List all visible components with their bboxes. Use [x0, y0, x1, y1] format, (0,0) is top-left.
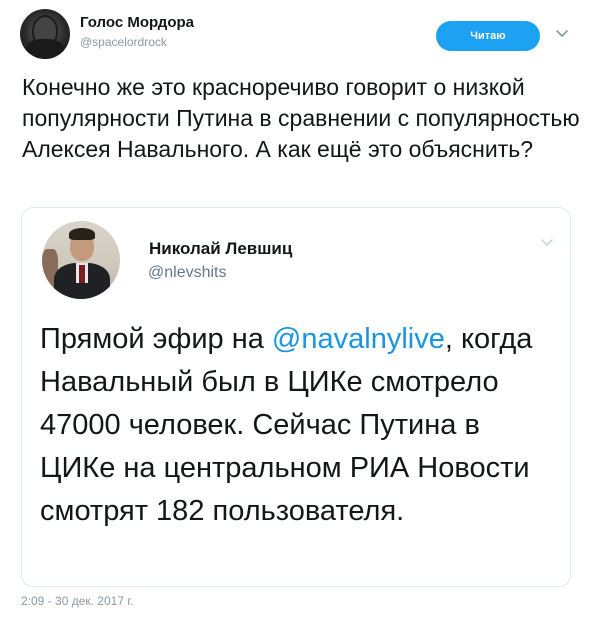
quoted-author-name[interactable]: Николай Левшиц [149, 239, 292, 259]
quoted-tweet-text: Прямой эфир на @navalnylive, когда Навал… [40, 318, 560, 533]
avatar-hair-shape [69, 228, 95, 240]
tweet-timestamp[interactable]: 2:09 - 30 дек. 2017 г. [21, 594, 134, 608]
quoted-text-part: Прямой эфир на [40, 323, 272, 355]
chevron-down-icon[interactable] [555, 26, 569, 40]
chevron-down-icon[interactable] [540, 235, 554, 249]
quoted-author-handle[interactable]: @nlevshits [148, 264, 227, 282]
tweet-text: Конечно же это красноречиво говорит о ни… [22, 74, 580, 162]
avatar-hood-shape [26, 39, 64, 59]
mention-link[interactable]: @navalnylive [272, 323, 445, 355]
author-handle[interactable]: @spacelordrock [80, 35, 167, 49]
author-name[interactable]: Голос Мордора [80, 14, 194, 31]
author-avatar[interactable] [20, 9, 70, 59]
follow-button[interactable]: Читаю [436, 21, 540, 51]
avatar-tie-shape [79, 265, 85, 283]
quoted-author-avatar[interactable] [42, 221, 120, 299]
quoted-tweet-card[interactable]: Николай Левшиц @nlevshits Прямой эфир на… [21, 207, 571, 587]
